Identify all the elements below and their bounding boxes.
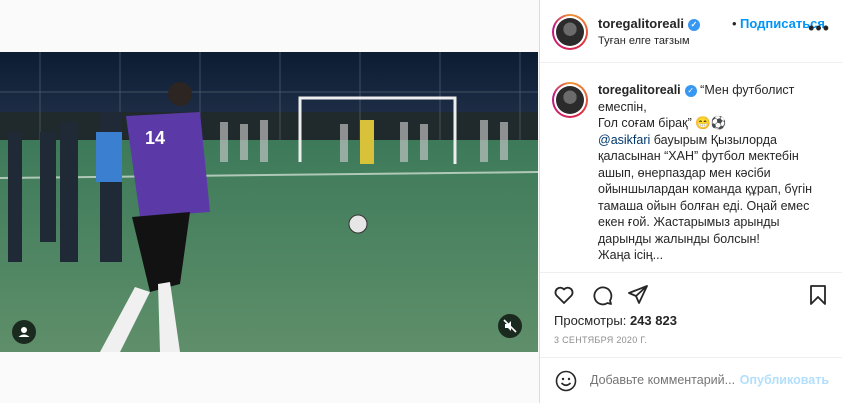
caption-username[interactable]: toregalitoreali	[598, 83, 681, 97]
bookmark-icon	[810, 285, 826, 305]
views-value: 243 823	[629, 313, 677, 328]
caption: toregalitoreali ✓ “Мен футболист емеспін,…	[540, 64, 842, 270]
video-frame: 14	[0, 52, 538, 352]
emoji-button[interactable]	[554, 369, 578, 393]
comment-button[interactable]	[590, 283, 614, 307]
comment-input[interactable]	[590, 373, 740, 387]
caption-trailing: Жаңа ісің...	[598, 248, 664, 262]
caption-avatar[interactable]	[552, 82, 588, 118]
mention-link[interactable]: @asikfari	[598, 133, 650, 147]
separator-dot: •	[732, 16, 737, 31]
comment-form: Опубликовать	[540, 357, 842, 403]
comment-icon	[593, 286, 613, 306]
emoji-icon	[555, 370, 577, 392]
video-player[interactable]: 14	[0, 52, 538, 352]
share-button[interactable]	[626, 283, 650, 307]
heart-icon	[554, 286, 574, 304]
post-header: toregalitoreali ✓ • Подписаться Туған елг…	[540, 0, 842, 63]
location-link[interactable]: Туған елге тағзым	[598, 35, 690, 47]
username-link[interactable]: toregalitoreali ✓	[598, 16, 700, 31]
username-text: toregalitoreali	[598, 16, 684, 31]
post-date[interactable]: 3 СЕНТЯБРЯ 2020 Г.	[554, 335, 647, 345]
avatar[interactable]	[552, 14, 588, 50]
views-label: Просмотры:	[554, 313, 627, 328]
mute-icon	[503, 319, 517, 333]
verified-icon: ✓	[684, 85, 697, 97]
verified-icon: ✓	[687, 19, 700, 31]
caption-line2: Гол соғам бірақ”	[598, 116, 692, 130]
views-count: Просмотры: 243 823	[554, 313, 677, 328]
save-button[interactable]	[806, 283, 830, 307]
more-options-icon[interactable]: •••	[808, 18, 830, 39]
share-icon	[628, 285, 648, 304]
action-bar	[540, 272, 842, 312]
caption-body: бауырым Қызылорда қаласынан “ХАН” футбол…	[598, 132, 816, 246]
publish-button[interactable]: Опубликовать	[740, 373, 829, 387]
like-button[interactable]	[552, 283, 576, 307]
svg-text:14: 14	[145, 128, 165, 148]
mute-button[interactable]	[498, 314, 522, 338]
post: 14 toregalitoreali ✓ • Подписаться Туған…	[0, 0, 842, 403]
post-sidebar: toregalitoreali ✓ • Подписаться Туған елг…	[539, 0, 842, 403]
user-tag-button[interactable]	[12, 320, 36, 344]
caption-text: toregalitoreali ✓ “Мен футболист емеспін,…	[598, 83, 816, 262]
user-tag-icon	[18, 327, 30, 337]
